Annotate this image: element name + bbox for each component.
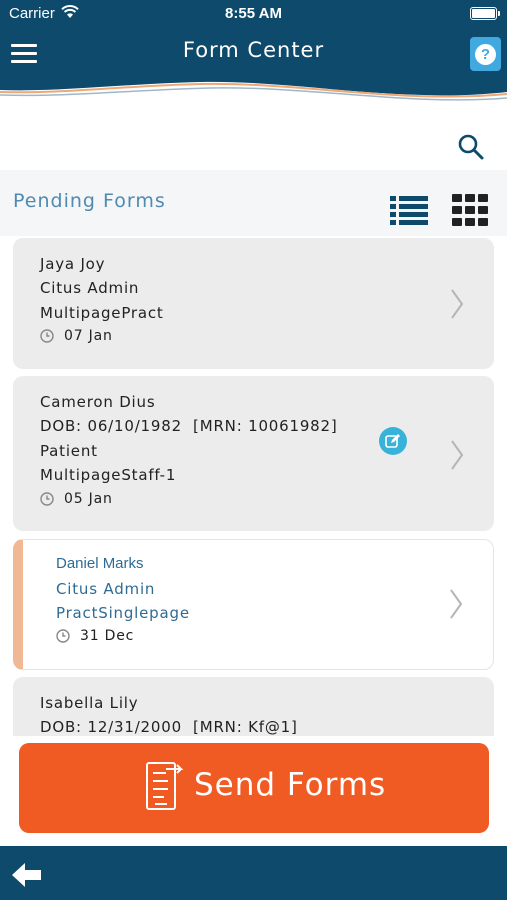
header-wave-decoration	[0, 70, 507, 101]
form-date: 31 Dec	[80, 628, 135, 644]
form-date: 07 Jan	[64, 328, 113, 344]
patient-name: Cameron Dius	[40, 393, 156, 411]
patient-dob-mrn: DOB: 06/10/1982 [MRN: 10061982]	[40, 417, 338, 435]
form-date-row: 07 Jan	[40, 328, 113, 344]
form-card[interactable]: Isabella Lily DOB: 12/31/2000 [MRN: Kf@1…	[13, 677, 494, 736]
form-date: 05 Jan	[64, 491, 113, 507]
section-title: Pending Forms	[13, 190, 166, 212]
form-name: MultipagePract	[40, 304, 164, 322]
grid-view-icon[interactable]	[452, 194, 489, 226]
patient-dob-mrn: DOB: 12/31/2000 [MRN: Kf@1]	[40, 718, 298, 736]
chevron-right-icon	[451, 440, 464, 470]
form-card[interactable]: Cameron Dius DOB: 06/10/1982 [MRN: 10061…	[13, 376, 494, 531]
clock-icon	[40, 492, 54, 506]
form-name: PractSinglepage	[56, 604, 190, 622]
pending-forms-list[interactable]: Jaya Joy Citus Admin MultipagePract 07 J…	[0, 236, 507, 736]
patient-name: Jaya Joy	[40, 255, 106, 273]
back-arrow-icon[interactable]	[12, 861, 42, 889]
user-role: Citus Admin	[40, 279, 140, 297]
send-forms-label: Send Forms	[194, 767, 387, 803]
clock-icon	[56, 629, 70, 643]
battery-icon	[470, 7, 500, 20]
help-button[interactable]: ?	[470, 37, 501, 71]
form-name: MultipageStaff-1	[40, 466, 177, 484]
clock-icon	[40, 329, 54, 343]
user-role: Citus Admin	[56, 580, 156, 598]
patient-name: Isabella Lily	[40, 694, 139, 712]
chevron-right-icon	[450, 589, 463, 619]
edit-icon[interactable]	[379, 427, 407, 455]
form-card-selected[interactable]: Daniel Marks Citus Admin PractSinglepage…	[13, 539, 494, 670]
send-document-icon	[146, 762, 184, 810]
form-date-row: 05 Jan	[40, 491, 113, 507]
form-card[interactable]: Jaya Joy Citus Admin MultipagePract 07 J…	[13, 238, 494, 369]
list-view-icon[interactable]	[390, 195, 428, 225]
send-forms-button[interactable]: Send Forms	[19, 743, 489, 833]
form-date-row: 31 Dec	[56, 628, 134, 644]
clock-time: 8:55 AM	[225, 5, 282, 22]
chevron-right-icon	[451, 289, 464, 319]
user-role: Patient	[40, 442, 98, 460]
search-icon[interactable]	[457, 133, 485, 161]
patient-name: Daniel Marks	[56, 555, 144, 572]
page-title: Form Center	[182, 38, 325, 62]
status-bar: Carrier 8:55 AM	[0, 0, 507, 28]
bottom-bar	[0, 846, 507, 900]
question-mark-icon: ?	[475, 44, 496, 65]
